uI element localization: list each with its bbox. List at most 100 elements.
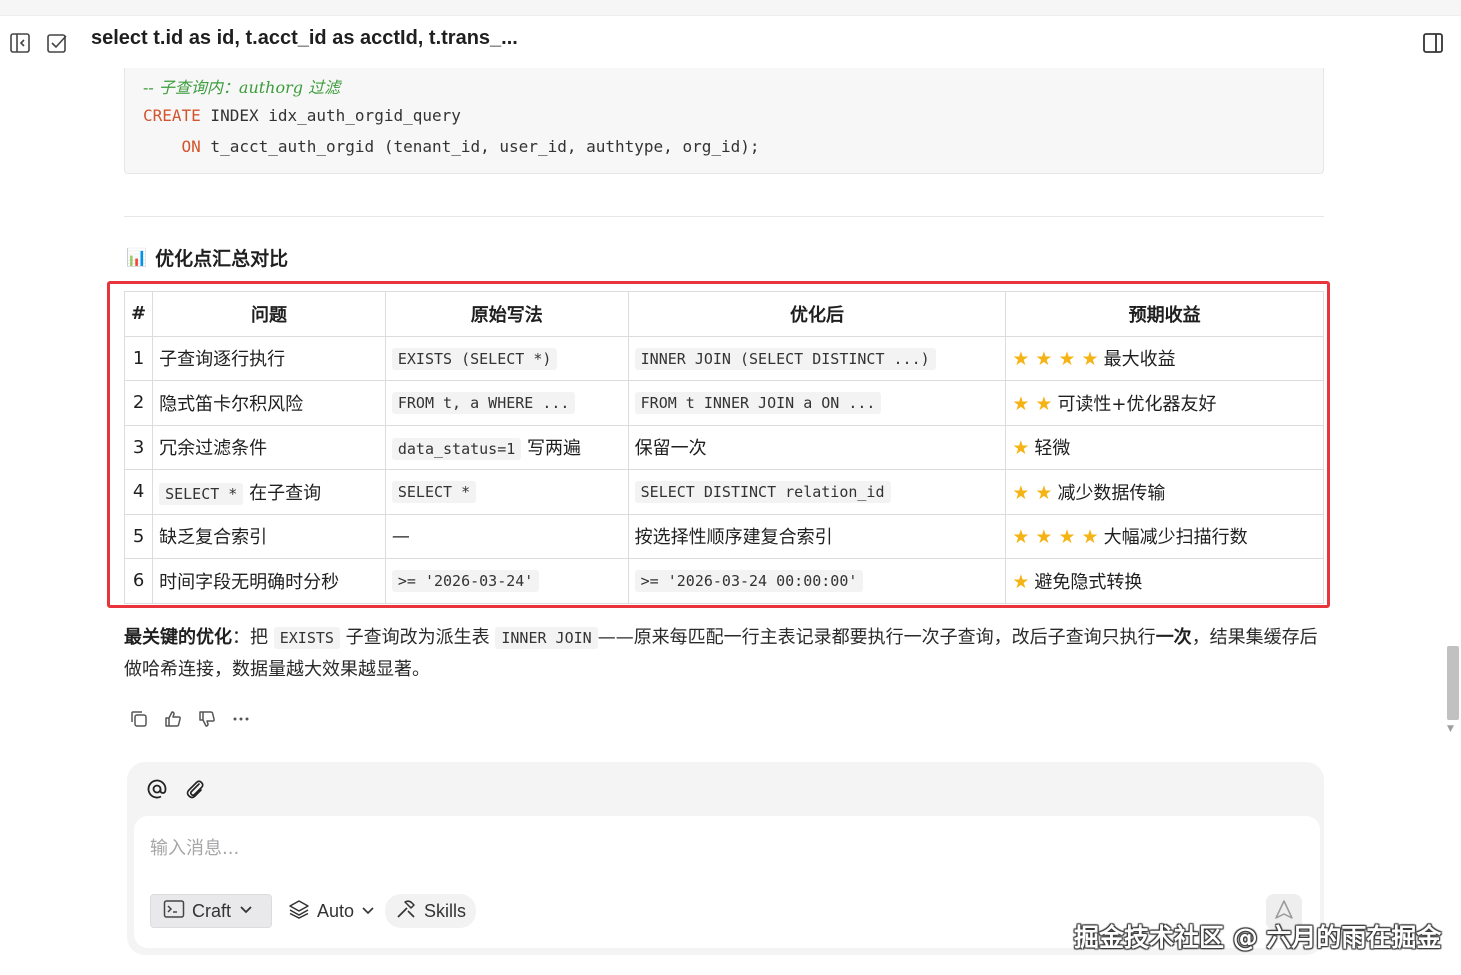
- inline-code: SELECT DISTINCT relation_id: [634, 481, 891, 504]
- row-number: 2: [123, 380, 154, 426]
- craft-label: Craft: [192, 900, 232, 921]
- problem-cell: 时间字段无明确时分秒: [152, 558, 386, 604]
- inline-code: INNER JOIN: [495, 627, 598, 649]
- code-text: t_acct_auth_orgid (tenant_id, user_id, a…: [200, 137, 760, 156]
- table-row: 4 SELECT * 在子查询 SELECT * SELECT DISTINCT…: [123, 469, 1324, 515]
- problem-cell: 子查询逐行执行: [152, 335, 386, 381]
- star-rating-icon: ★ ★ ★ ★: [1012, 348, 1099, 371]
- inline-code: >= '2026-03-24': [391, 570, 540, 593]
- star-rating-icon: ★ ★: [1012, 392, 1053, 415]
- benefit-text: 最大收益: [1103, 349, 1176, 371]
- layers-icon: [288, 898, 310, 925]
- skills-button[interactable]: Skills: [385, 894, 477, 928]
- benefit-cell: ★ 轻微: [1005, 424, 1324, 470]
- attachment-icon[interactable]: [184, 778, 206, 800]
- table-row: 3 冗余过滤条件 data_status=1 写两遍 保留一次 ★ 轻微: [123, 424, 1324, 470]
- text: ——原来每匹配一行主表记录都要执行一次子查询，改后子查询只执行: [597, 627, 1156, 648]
- keyword-create: CREATE: [143, 106, 201, 125]
- auto-label: Auto: [317, 900, 355, 921]
- optimized-cell: FROM t INNER JOIN a ON ...: [627, 380, 1007, 426]
- copy-icon[interactable]: [128, 708, 150, 730]
- thumbs-up-icon[interactable]: [162, 708, 184, 730]
- thumbs-down-icon[interactable]: [196, 708, 218, 730]
- cell-text: 在子查询: [249, 482, 322, 504]
- conversation-title: select t.id as id, t.acct_id as acctId, …: [91, 27, 518, 49]
- craft-mode-button[interactable]: Craft: [150, 894, 272, 928]
- original-cell: SELECT *: [384, 469, 629, 515]
- scrollbar-track[interactable]: [1446, 64, 1459, 739]
- keyword-on: ON: [181, 137, 201, 156]
- watermark: 掘金技术社区 @ 六月的雨在掘金: [1074, 923, 1442, 952]
- row-number: 3: [123, 424, 154, 470]
- table-row: 6 时间字段无明确时分秒 >= '2026-03-24' >= '2026-03…: [123, 558, 1324, 604]
- benefit-cell: ★ ★ 可读性+优化器友好: [1005, 380, 1324, 426]
- inline-code: SELECT *: [391, 481, 477, 504]
- benefit-cell: ★ 避免隐式转换: [1005, 558, 1324, 604]
- more-options-icon[interactable]: [230, 708, 252, 730]
- tools-icon: [395, 898, 417, 925]
- cell-text: 写两遍: [527, 438, 582, 460]
- col-header: 预期收益: [1005, 291, 1324, 337]
- star-rating-icon: ★ ★ ★ ★: [1012, 526, 1099, 549]
- inline-code: EXISTS: [273, 627, 340, 649]
- problem-cell: SELECT * 在子查询: [152, 469, 386, 515]
- section-title: 优化点汇总对比: [155, 248, 289, 270]
- panel-toggle-icon[interactable]: [1422, 32, 1444, 54]
- benefit-text: 轻微: [1034, 438, 1071, 460]
- col-header: 优化后: [627, 291, 1007, 337]
- window-top-strip: [0, 0, 1461, 16]
- benefit-text: 减少数据传输: [1057, 482, 1166, 504]
- original-cell: FROM t, a WHERE ...: [384, 380, 629, 426]
- chat-header: select t.id as id, t.acct_id as acctId, …: [0, 16, 1461, 68]
- comparison-table: # 问题 原始写法 优化后 预期收益 1 子查询逐行执行 EXISTS (SEL…: [123, 291, 1324, 604]
- code-line-on: ON t_acct_auth_orgid (tenant_id, user_id…: [143, 137, 760, 156]
- auto-model-button[interactable]: Auto: [286, 894, 377, 928]
- row-number: 5: [123, 513, 154, 559]
- star-rating-icon: ★ ★: [1012, 481, 1053, 504]
- benefit-text: 可读性+优化器友好: [1057, 393, 1217, 415]
- scroll-down-arrow-icon[interactable]: ▼: [1447, 724, 1454, 734]
- star-rating-icon: ★: [1012, 437, 1030, 460]
- table-row: 1 子查询逐行执行 EXISTS (SELECT *) INNER JOIN (…: [123, 335, 1324, 381]
- summary-paragraph: 最关键的优化：把 EXISTS 子查询改为派生表 INNER JOIN ——原来每…: [124, 622, 1324, 685]
- sql-code-block: -- 子查询内：authorg 过滤 CREATE INDEX idx_auth…: [124, 68, 1324, 174]
- text: 子查询改为派生表: [339, 627, 496, 648]
- problem-cell: 隐式笛卡尔积风险: [152, 380, 386, 426]
- row-number: 4: [123, 469, 154, 515]
- message-placeholder: 输入消息...: [150, 838, 240, 859]
- benefit-cell: ★ ★ 减少数据传输: [1005, 469, 1324, 515]
- table-row: 2 隐式笛卡尔积风险 FROM t, a WHERE ... FROM t IN…: [123, 380, 1324, 426]
- row-number: 6: [123, 558, 154, 604]
- original-cell: data_status=1 写两遍: [384, 424, 629, 470]
- inline-code: data_status=1: [391, 438, 522, 461]
- code-text: INDEX idx_auth_orgid_query: [200, 106, 461, 125]
- problem-cell: 冗余过滤条件: [152, 424, 386, 470]
- star-rating-icon: ★: [1012, 570, 1030, 593]
- inline-code: SELECT *: [159, 482, 244, 505]
- inline-code: INNER JOIN (SELECT DISTINCT ...): [634, 347, 936, 370]
- skills-label: Skills: [424, 900, 467, 921]
- benefit-text: 避免隐式转换: [1034, 571, 1143, 593]
- row-number: 1: [123, 335, 154, 381]
- table-header-row: # 问题 原始写法 优化后 预期收益: [123, 291, 1324, 337]
- mention-icon[interactable]: [146, 778, 168, 800]
- code-comment-line: -- 子查询内：authorg 过滤: [143, 74, 340, 98]
- col-header: 问题: [152, 291, 386, 337]
- inline-code: FROM t, a WHERE ...: [391, 392, 576, 415]
- message-actions: [128, 708, 252, 730]
- col-header: #: [123, 291, 154, 337]
- optimized-cell: 按选择性顺序建复合索引: [627, 513, 1007, 559]
- new-chat-icon[interactable]: [46, 32, 68, 54]
- code-comment: -- 子查询内：authorg 过滤: [143, 78, 341, 97]
- optimized-cell: INNER JOIN (SELECT DISTINCT ...): [627, 335, 1007, 381]
- sidebar-toggle-icon[interactable]: [9, 32, 31, 54]
- scrollbar-thumb[interactable]: [1447, 646, 1459, 720]
- inline-code: EXISTS (SELECT *): [391, 347, 558, 370]
- col-header: 原始写法: [384, 291, 629, 337]
- original-cell: >= '2026-03-24': [384, 558, 629, 604]
- original-cell: EXISTS (SELECT *): [384, 335, 629, 381]
- section-heading: 📊 优化点汇总对比: [126, 244, 288, 271]
- optimized-cell: >= '2026-03-24 00:00:00': [627, 558, 1007, 604]
- original-cell: —: [384, 513, 629, 559]
